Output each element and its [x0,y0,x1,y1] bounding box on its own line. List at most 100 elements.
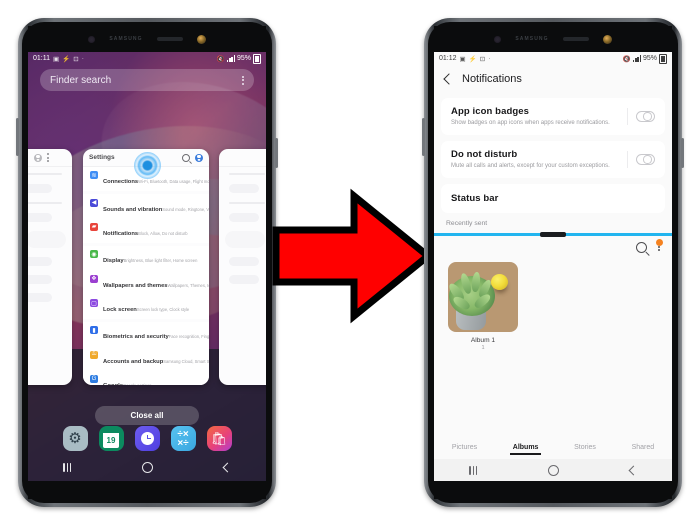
left-status-bar: 01:11 ▣ ⚡ ⊡ · 🔇 95% [28,52,266,65]
settings-row[interactable]: ▮ Biometrics and securityFace recognition… [83,322,209,346]
recents-card-partial-left[interactable] [28,149,72,385]
more-options-icon[interactable] [656,238,663,252]
volume-button[interactable] [16,118,19,156]
setting-toggle[interactable] [636,153,655,166]
settings-row[interactable]: ◉ DisplayBrightness, Blue light filter, H… [83,246,209,270]
setting-title: App icon badges [451,106,530,117]
settings-row-title: Google [103,383,123,385]
recents-icon[interactable] [63,462,72,472]
screenshot-canvas: SAMSUNG 01:11 ▣ ⚡ ⊡ · 🔇 95% Finder searc… [0,0,700,525]
recents-icon[interactable] [469,465,478,475]
settings-row-title: Display [103,258,124,265]
gallery-app: Album 1 1 Pictures Albums Stories Shared [434,236,672,459]
volume-button-right[interactable] [422,118,425,156]
fingerprint-icon: ▮ [90,326,98,335]
settings-group: ◉ DisplayBrightness, Blue light filter, H… [83,246,209,320]
display-icon: ◉ [90,250,98,259]
dock-icon-calculator-icon[interactable]: ÷× ×÷ [170,426,196,451]
close-all-button[interactable]: Close all [95,406,199,425]
mute-icon: 🔇 [622,55,631,63]
left-phone-device: SAMSUNG 01:11 ▣ ⚡ ⊡ · 🔇 95% Finder searc… [16,18,278,507]
recents-card-partial-right[interactable] [219,149,266,385]
setting-toggle[interactable] [636,110,655,123]
screen-split-divider [434,233,672,236]
left-nav-bar [28,457,266,477]
right-status-bar: 01:12 ▣ ⚡ ⊡ · 🔇 95% [434,52,672,65]
gallery-tab-stories[interactable]: Stories [573,441,597,454]
red-right-arrow [272,188,432,324]
setting-description: Show badges on app icons when apps recei… [451,120,610,126]
dock-icon-gear-icon[interactable]: ⚙ [62,426,88,451]
power-button-right[interactable] [681,138,684,168]
settings-row-subtitle: Sound mode, Ringtone, Volume [162,206,209,212]
album-thumbnail[interactable] [448,262,518,332]
partial-card-header-right [219,149,266,167]
settings-row-title: Notifications [103,230,139,237]
dock-icon-calendar-icon[interactable]: 19 [98,426,124,451]
settings-group: ▮ Biometrics and securityFace recognition… [83,322,209,385]
front-sensor-icon [494,35,502,43]
back-chevron-icon[interactable] [222,462,233,472]
image-status-icon: ▣ [53,55,60,63]
settings-row[interactable]: ◀ Sounds and vibrationSound mode, Rington… [83,194,209,218]
touch-indicator [134,152,161,179]
settings-row[interactable]: G GoogleGoogle settings [83,371,209,385]
settings-row[interactable]: ▢ Lock screenScreen lock type, Clock styl… [83,295,209,319]
lemon-object [491,274,508,290]
bell-icon: ▰ [90,222,98,231]
settings-row[interactable]: ▰ NotificationsBlock, Allow, Do not distu… [83,219,209,243]
settings-row-title: Biometrics and security [103,334,169,341]
search-icon[interactable] [182,153,190,162]
battery-icon [659,53,667,64]
left-bottom-bezel [28,479,266,499]
gallery-tab-albums[interactable]: Albums [509,441,542,455]
right-bottom-bezel [434,479,672,499]
setting-item[interactable]: Do not disturb Mute all calls and alerts,… [441,141,665,178]
power-button[interactable] [275,138,278,168]
settings-row[interactable]: ⚿ Accounts and backupSamsung Cloud, Smart… [83,347,209,371]
album-count: 1 [481,345,485,351]
setting-title: Do not disturb [451,149,518,160]
right-status-time: 01:12 [439,55,457,62]
settings-card-title: Settings [89,154,115,161]
settings-row-title: Sounds and vibration [103,206,163,213]
finder-search-bar[interactable]: Finder search [40,69,254,91]
settings-list: ≋ ConnectionsWi-Fi, Bluetooth, Data usage… [83,167,209,385]
settings-row-subtitle: Block, Allow, Do not disturb [138,230,188,236]
search-icon[interactable] [636,241,647,253]
setting-description: Mute all calls and alerts, except for yo… [451,163,610,169]
earpiece-speaker [156,37,183,41]
dot-status-icon: · [488,55,491,62]
notification-badge [656,238,663,246]
back-chevron-icon[interactable] [443,72,455,85]
partial-card-header [28,149,72,167]
wifi-icon: ≋ [90,171,98,180]
home-circle-icon[interactable] [141,461,153,473]
finder-more-icon[interactable] [242,75,244,85]
setting-item[interactable]: Status bar [441,184,665,213]
gallery-tab-pictures[interactable]: Pictures [451,441,478,454]
album-name: Album 1 [470,337,496,344]
recents-card-settings[interactable]: Settings ≋ ConnectionsWi-Fi, Bluetooth, D… [83,149,209,385]
account-avatar-icon[interactable] [195,153,203,162]
mute-icon: 🔇 [216,55,225,63]
left-phone-screen: 01:11 ▣ ⚡ ⊡ · 🔇 95% Finder search Settin… [28,52,266,481]
front-sensor-icon [88,35,96,43]
settings-row-title: Connections [103,179,139,186]
home-circle-icon[interactable] [547,464,559,476]
google-icon: G [90,375,98,384]
settings-row[interactable]: ❖ Wallpapers and themesWallpapers, Themes… [83,271,209,295]
screenshot-status-icon: ⊡ [479,55,486,63]
gallery-tab-shared[interactable]: Shared [631,441,656,454]
back-chevron-icon[interactable] [628,465,639,475]
dock-icon-shopping-bag-icon[interactable]: 🛍 [206,426,232,451]
settings-row-subtitle: Google settings [123,383,151,385]
battery-icon [253,53,261,64]
image-status-icon: ▣ [459,55,466,63]
contact-icon [34,153,42,162]
album-item[interactable]: Album 1 1 [448,262,518,351]
setting-item[interactable]: App icon badges Show badges on app icons … [441,98,665,135]
dock-icon-clock-icon[interactable] [134,426,160,451]
front-camera-icon [196,34,206,44]
settings-row-subtitle: Samsung Cloud, Smart Switch [163,358,209,364]
